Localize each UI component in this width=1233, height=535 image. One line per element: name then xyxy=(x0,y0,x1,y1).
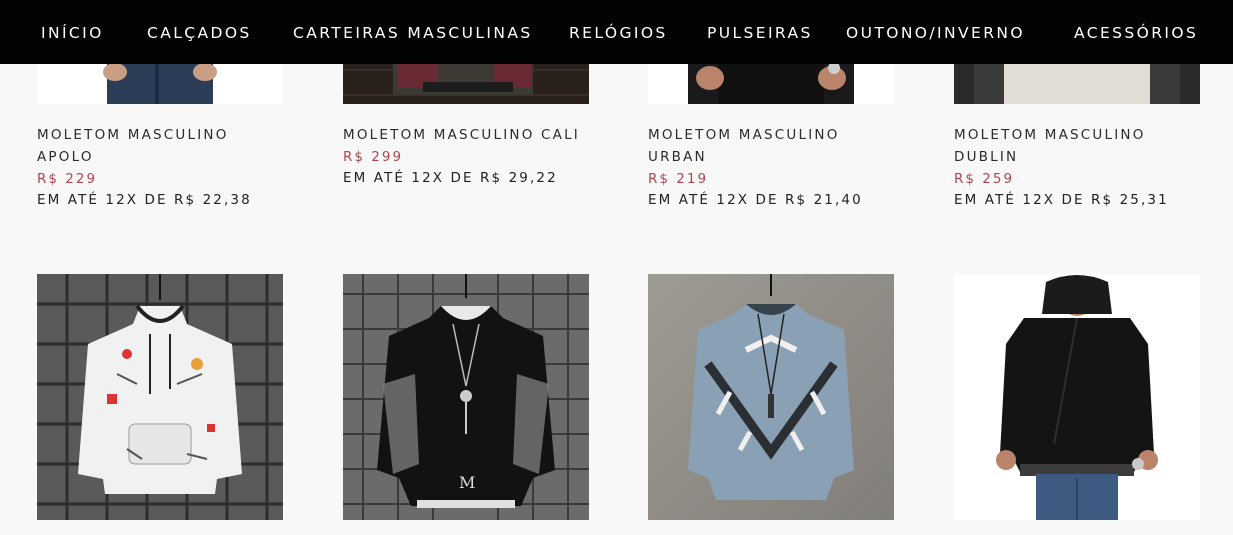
product-price: R$ 219 xyxy=(648,171,709,187)
nav-item-outono-inverno[interactable]: OUTONO/INVERNO xyxy=(846,0,1025,64)
product-installments: EM ATÉ 12X DE R$ 21,40 xyxy=(648,192,863,208)
product-name-cont[interactable]: DUBLIN xyxy=(954,146,1200,168)
product-info: MOLETOM MASCULINO APOLO R$ 229 EM ATÉ 12… xyxy=(37,124,283,211)
product-info: MOLETOM MASCULINO DUBLIN R$ 259 EM ATÉ 1… xyxy=(954,124,1200,211)
black-sweatshirt-necklace-image[interactable]: M xyxy=(343,274,589,520)
nav-item-inicio[interactable]: INÍCIO xyxy=(41,0,104,64)
product-installments: EM ATÉ 12X DE R$ 22,38 xyxy=(37,192,252,208)
product-name[interactable]: MOLETOM MASCULINO xyxy=(954,124,1200,146)
product-info: MOLETOM MASCULINO CALI R$ 299 EM ATÉ 12X… xyxy=(343,124,589,189)
white-graffiti-hoodie-image[interactable] xyxy=(37,274,283,520)
nav-item-carteiras-masculinas[interactable]: CARTEIRAS MASCULINAS xyxy=(293,0,533,64)
product-installments: EM ATÉ 12X DE R$ 29,22 xyxy=(343,170,558,186)
product-name[interactable]: MOLETOM MASCULINO xyxy=(648,124,894,146)
product-price: R$ 259 xyxy=(954,171,1015,187)
product-name-cont[interactable]: URBAN xyxy=(648,146,894,168)
product-price: R$ 299 xyxy=(343,149,404,165)
product-name[interactable]: MOLETOM MASCULINO CALI xyxy=(343,124,589,146)
top-navigation: INÍCIO CALÇADOS CARTEIRAS MASCULINAS REL… xyxy=(0,0,1233,64)
nav-item-pulseiras[interactable]: PULSEIRAS xyxy=(707,0,813,64)
nav-item-relogios[interactable]: RELÓGIOS xyxy=(569,0,668,64)
product-price: R$ 229 xyxy=(37,171,98,187)
svg-text:M: M xyxy=(459,473,475,492)
product-name-cont[interactable]: APOLO xyxy=(37,146,283,168)
nav-item-acessorios[interactable]: ACESSÓRIOS xyxy=(1074,0,1198,64)
product-name[interactable]: MOLETOM MASCULINO xyxy=(37,124,283,146)
product-installments: EM ATÉ 12X DE R$ 25,31 xyxy=(954,192,1169,208)
blue-v-sweatshirt-image[interactable] xyxy=(648,274,894,520)
nav-item-calcados[interactable]: CALÇADOS xyxy=(147,0,252,64)
product-info: MOLETOM MASCULINO URBAN R$ 219 EM ATÉ 12… xyxy=(648,124,894,211)
black-zip-hoodie-model-image[interactable] xyxy=(954,274,1200,520)
